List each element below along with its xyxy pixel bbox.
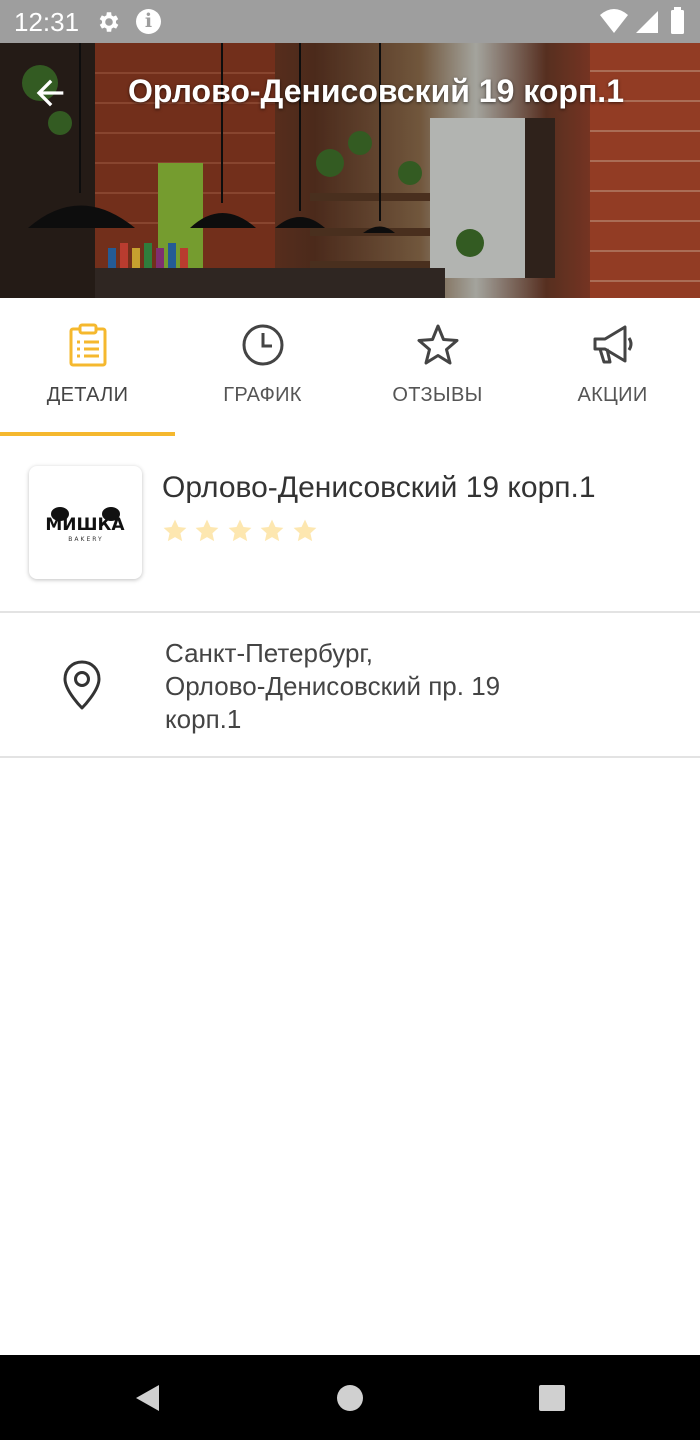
- rating-star-icon: [228, 519, 252, 542]
- header-photo: Орлово-Денисовский 19 корп.1: [0, 43, 700, 298]
- tab-details[interactable]: ДЕТАЛИ: [0, 298, 175, 438]
- tab-active-indicator: [0, 432, 175, 436]
- back-arrow-icon[interactable]: [30, 73, 70, 113]
- logo-text: МИШКА: [45, 515, 125, 535]
- rating-star-icon: [163, 519, 187, 542]
- info-icon: i: [136, 9, 161, 34]
- address-line-1: Санкт-Петербург,: [165, 638, 373, 668]
- shop-info-row: МИШКА BAKERY Орлово-Денисовский 19 корп.…: [0, 438, 700, 613]
- rating-star-icon: [260, 519, 284, 542]
- shop-logo: МИШКА BAKERY: [29, 466, 142, 579]
- status-right-icons: [600, 7, 684, 34]
- tab-schedule-label: ГРАФИК: [223, 384, 302, 406]
- clock-icon: [242, 324, 284, 366]
- bakery-logo-image: МИШКА BAKERY: [45, 507, 125, 543]
- wifi-icon: [600, 9, 628, 33]
- nav-back-icon[interactable]: [133, 1383, 161, 1413]
- address-row[interactable]: Санкт-Петербург, Орлово-Денисовский пр. …: [0, 613, 700, 758]
- signal-icon: [636, 11, 658, 33]
- nav-recents-icon[interactable]: [538, 1383, 566, 1413]
- tab-promotions-label: АКЦИИ: [577, 384, 648, 406]
- address-text: Санкт-Петербург, Орлово-Денисовский пр. …: [165, 637, 605, 736]
- rating-star-icon: [293, 519, 317, 542]
- gear-icon: [99, 12, 119, 32]
- nav-home-icon[interactable]: [336, 1383, 364, 1413]
- tab-reviews[interactable]: ОТЗЫВЫ: [350, 298, 525, 438]
- rating-star-icon: [196, 519, 219, 542]
- tab-promotions[interactable]: АКЦИИ: [525, 298, 700, 438]
- tab-reviews-label: ОТЗЫВЫ: [392, 384, 483, 406]
- battery-icon: [671, 7, 684, 34]
- rating-stars: [162, 518, 320, 544]
- status-time: 12:31: [14, 7, 80, 37]
- shop-name: Орлово-Денисовский 19 корп.1: [162, 471, 596, 504]
- status-bar: 12:31 i: [0, 0, 700, 43]
- tab-bar: ДЕТАЛИ ГРАФИК ОТЗЫВЫ АКЦИИ: [0, 298, 700, 438]
- tab-details-label: ДЕТАЛИ: [46, 384, 129, 406]
- megaphone-icon: [593, 325, 633, 364]
- address-line-2: Орлово-Денисовский пр. 19: [165, 671, 501, 701]
- system-nav-bar: [0, 1355, 700, 1440]
- tab-schedule[interactable]: ГРАФИК: [175, 298, 350, 438]
- logo-subtext: BAKERY: [68, 536, 103, 543]
- address-line-3: корп.1: [165, 704, 242, 734]
- clipboard-icon: [69, 323, 107, 367]
- star-icon: [417, 324, 459, 365]
- header-title: Орлово-Денисовский 19 корп.1: [128, 73, 624, 109]
- location-pin-icon: [63, 660, 101, 710]
